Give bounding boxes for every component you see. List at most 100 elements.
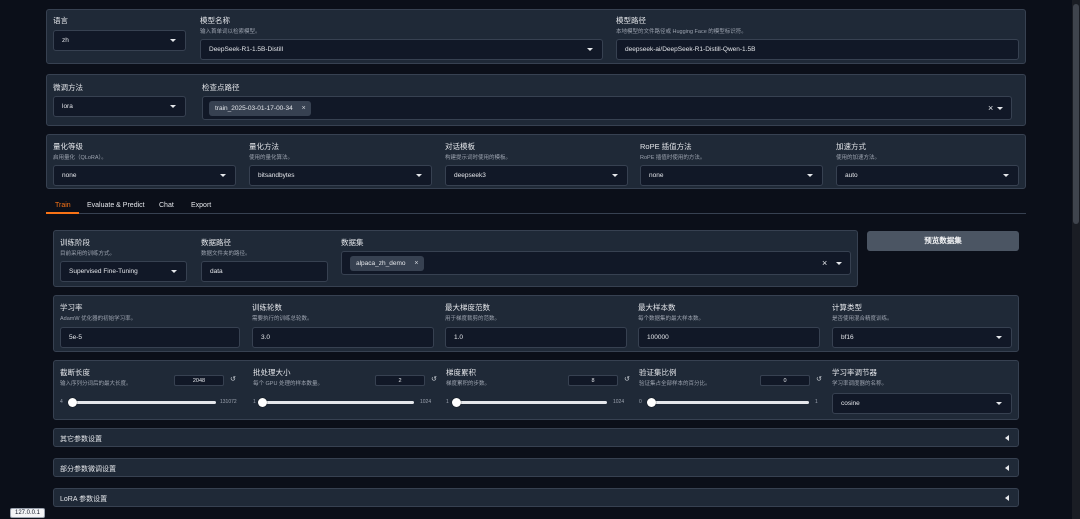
cutoff-label: 截断长度 [60, 368, 90, 377]
stage-value: Supervised Fine-Tuning [69, 268, 138, 275]
compute-type-dropdown[interactable]: bf16 [832, 327, 1012, 348]
scheduler-dropdown[interactable]: cosine [832, 393, 1012, 414]
chevron-down-icon [997, 107, 1003, 110]
lr-info: AdamW 优化器的初始学习率。 [60, 316, 137, 322]
model-name-info: 输入首单词以检索模型。 [200, 29, 261, 35]
lr-value: 5e-5 [69, 334, 83, 341]
max-samples-value: 100000 [647, 334, 669, 341]
ckpt-chip[interactable]: train_2025-03-01-17-00-34 × [209, 101, 311, 116]
accum-number[interactable]: 8 [568, 375, 618, 386]
template-dropdown[interactable]: deepseek3 [445, 165, 628, 186]
lr-input[interactable]: 5e-5 [60, 327, 240, 348]
cutoff-max: 131072 [220, 399, 237, 405]
tab-export[interactable]: Export [191, 202, 211, 209]
tab-train[interactable]: Train [55, 202, 71, 209]
lang-label: 语言 [53, 16, 68, 25]
scrollbar-thumb[interactable] [1073, 4, 1079, 224]
reset-icon[interactable]: ↺ [624, 375, 630, 383]
method-dropdown[interactable]: lora [53, 96, 186, 117]
accordion-extra[interactable]: 其它参数设置 [53, 428, 1019, 447]
booster-value: auto [845, 172, 858, 179]
booster-dropdown[interactable]: auto [836, 165, 1019, 186]
quant-dropdown[interactable]: none [53, 165, 236, 186]
quant-value: none [62, 172, 77, 179]
reset-icon[interactable]: ↺ [816, 375, 822, 383]
chevron-down-icon [170, 105, 176, 108]
close-icon[interactable]: × [302, 101, 306, 116]
tab-evaluate[interactable]: Evaluate & Predict [87, 202, 145, 209]
reset-icon[interactable]: ↺ [230, 375, 236, 383]
dataset-multiselect[interactable]: alpaca_zh_demo × × [341, 251, 851, 275]
accum-info: 梯度累积的步数。 [446, 381, 491, 387]
dataset-chip[interactable]: alpaca_zh_demo × [350, 256, 424, 271]
scheduler-info: 学习率调度器的名称。 [832, 381, 888, 387]
method-value: lora [62, 103, 73, 110]
qmethod-dropdown[interactable]: bitsandbytes [249, 165, 432, 186]
val-size-number[interactable]: 0 [760, 375, 810, 386]
grad-norm-value: 1.0 [454, 334, 464, 341]
chevron-down-icon [171, 270, 177, 273]
max-samples-input[interactable]: 100000 [638, 327, 820, 348]
ckpt-label: 检查点路径 [202, 83, 240, 92]
chevron-left-icon [1005, 495, 1009, 501]
stage-dropdown[interactable]: Supervised Fine-Tuning [60, 261, 187, 282]
qmethod-info: 使用的量化算法。 [249, 155, 294, 161]
tab-chat[interactable]: Chat [159, 202, 174, 209]
epochs-label: 训练轮数 [252, 303, 282, 312]
model-path-label: 模型路径 [616, 16, 646, 25]
val-size-max: 1 [815, 399, 818, 405]
val-size-slider[interactable] [647, 398, 809, 407]
compute-type-label: 计算类型 [832, 303, 862, 312]
accordion-lora[interactable]: LoRA 参数设置 [53, 488, 1019, 507]
preview-dataset-button[interactable]: 预览数据集 [867, 231, 1019, 251]
method-label: 微调方法 [53, 83, 83, 92]
page-scrollbar[interactable] [1072, 0, 1080, 519]
slider-handle[interactable] [647, 398, 656, 407]
grad-norm-input[interactable]: 1.0 [445, 327, 627, 348]
model-panel: 语言 zh 模型名称 输入首单词以检索模型。 DeepSeek-R1-1.5B-… [46, 9, 1026, 64]
clear-icon[interactable]: × [988, 103, 993, 113]
model-path-input[interactable]: deepseek-ai/DeepSeek-R1-Distill-Qwen-1.5… [616, 39, 1019, 60]
batch-max: 1024 [420, 399, 432, 405]
dataset-dir-label: 数据路径 [201, 238, 231, 247]
reset-icon[interactable]: ↺ [431, 375, 437, 383]
batch-min: 1 [253, 399, 256, 405]
rope-dropdown[interactable]: none [640, 165, 823, 186]
accordion-extra-title: 其它参数设置 [60, 436, 102, 443]
chevron-down-icon [836, 262, 842, 265]
model-name-dropdown[interactable]: DeepSeek-R1-1.5B-Distill [200, 39, 603, 60]
advanced-panel: 量化等级 启用量化（QLoRA）。 none 量化方法 使用的量化算法。 bit… [46, 134, 1026, 189]
epochs-input[interactable]: 3.0 [252, 327, 434, 348]
batch-slider[interactable] [258, 398, 414, 407]
lang-dropdown[interactable]: zh [53, 30, 186, 51]
accum-max: 1024 [613, 399, 625, 405]
accordion-freeze[interactable]: 部分参数微调设置 [53, 458, 1019, 477]
compute-type-value: bf16 [841, 334, 854, 341]
epochs-value: 3.0 [261, 334, 271, 341]
chevron-down-icon [170, 39, 176, 42]
accum-slider[interactable] [452, 398, 607, 407]
chevron-down-icon [220, 174, 226, 177]
hparams-panel: 学习率 AdamW 优化器的初始学习率。 5e-5 训练轮数 需要执行的训练总轮… [53, 295, 1019, 352]
scheduler-label: 学习率调节器 [832, 368, 877, 377]
close-icon[interactable]: × [414, 256, 418, 271]
dataset-dir-input[interactable]: data [201, 261, 328, 282]
clear-icon[interactable]: × [822, 258, 827, 268]
cutoff-number[interactable]: 2048 [174, 375, 224, 386]
ckpt-multiselect[interactable]: train_2025-03-01-17-00-34 × × [202, 96, 1012, 120]
rope-value: none [649, 172, 664, 179]
chevron-down-icon [416, 174, 422, 177]
chevron-left-icon [1005, 465, 1009, 471]
batch-number[interactable]: 2 [375, 375, 425, 386]
accordion-freeze-title: 部分参数微调设置 [60, 466, 116, 473]
booster-label: 加速方式 [836, 142, 866, 151]
cutoff-slider[interactable] [68, 398, 216, 407]
slider-handle[interactable] [258, 398, 268, 407]
stage-label: 训练阶段 [60, 238, 90, 247]
slider-handle[interactable] [452, 398, 462, 407]
chevron-down-icon [996, 402, 1002, 405]
quant-info: 启用量化（QLoRA）。 [53, 155, 107, 161]
active-tab-indicator [46, 212, 79, 214]
epochs-info: 需要执行的训练总轮数。 [252, 316, 313, 322]
slider-handle[interactable] [68, 398, 78, 407]
